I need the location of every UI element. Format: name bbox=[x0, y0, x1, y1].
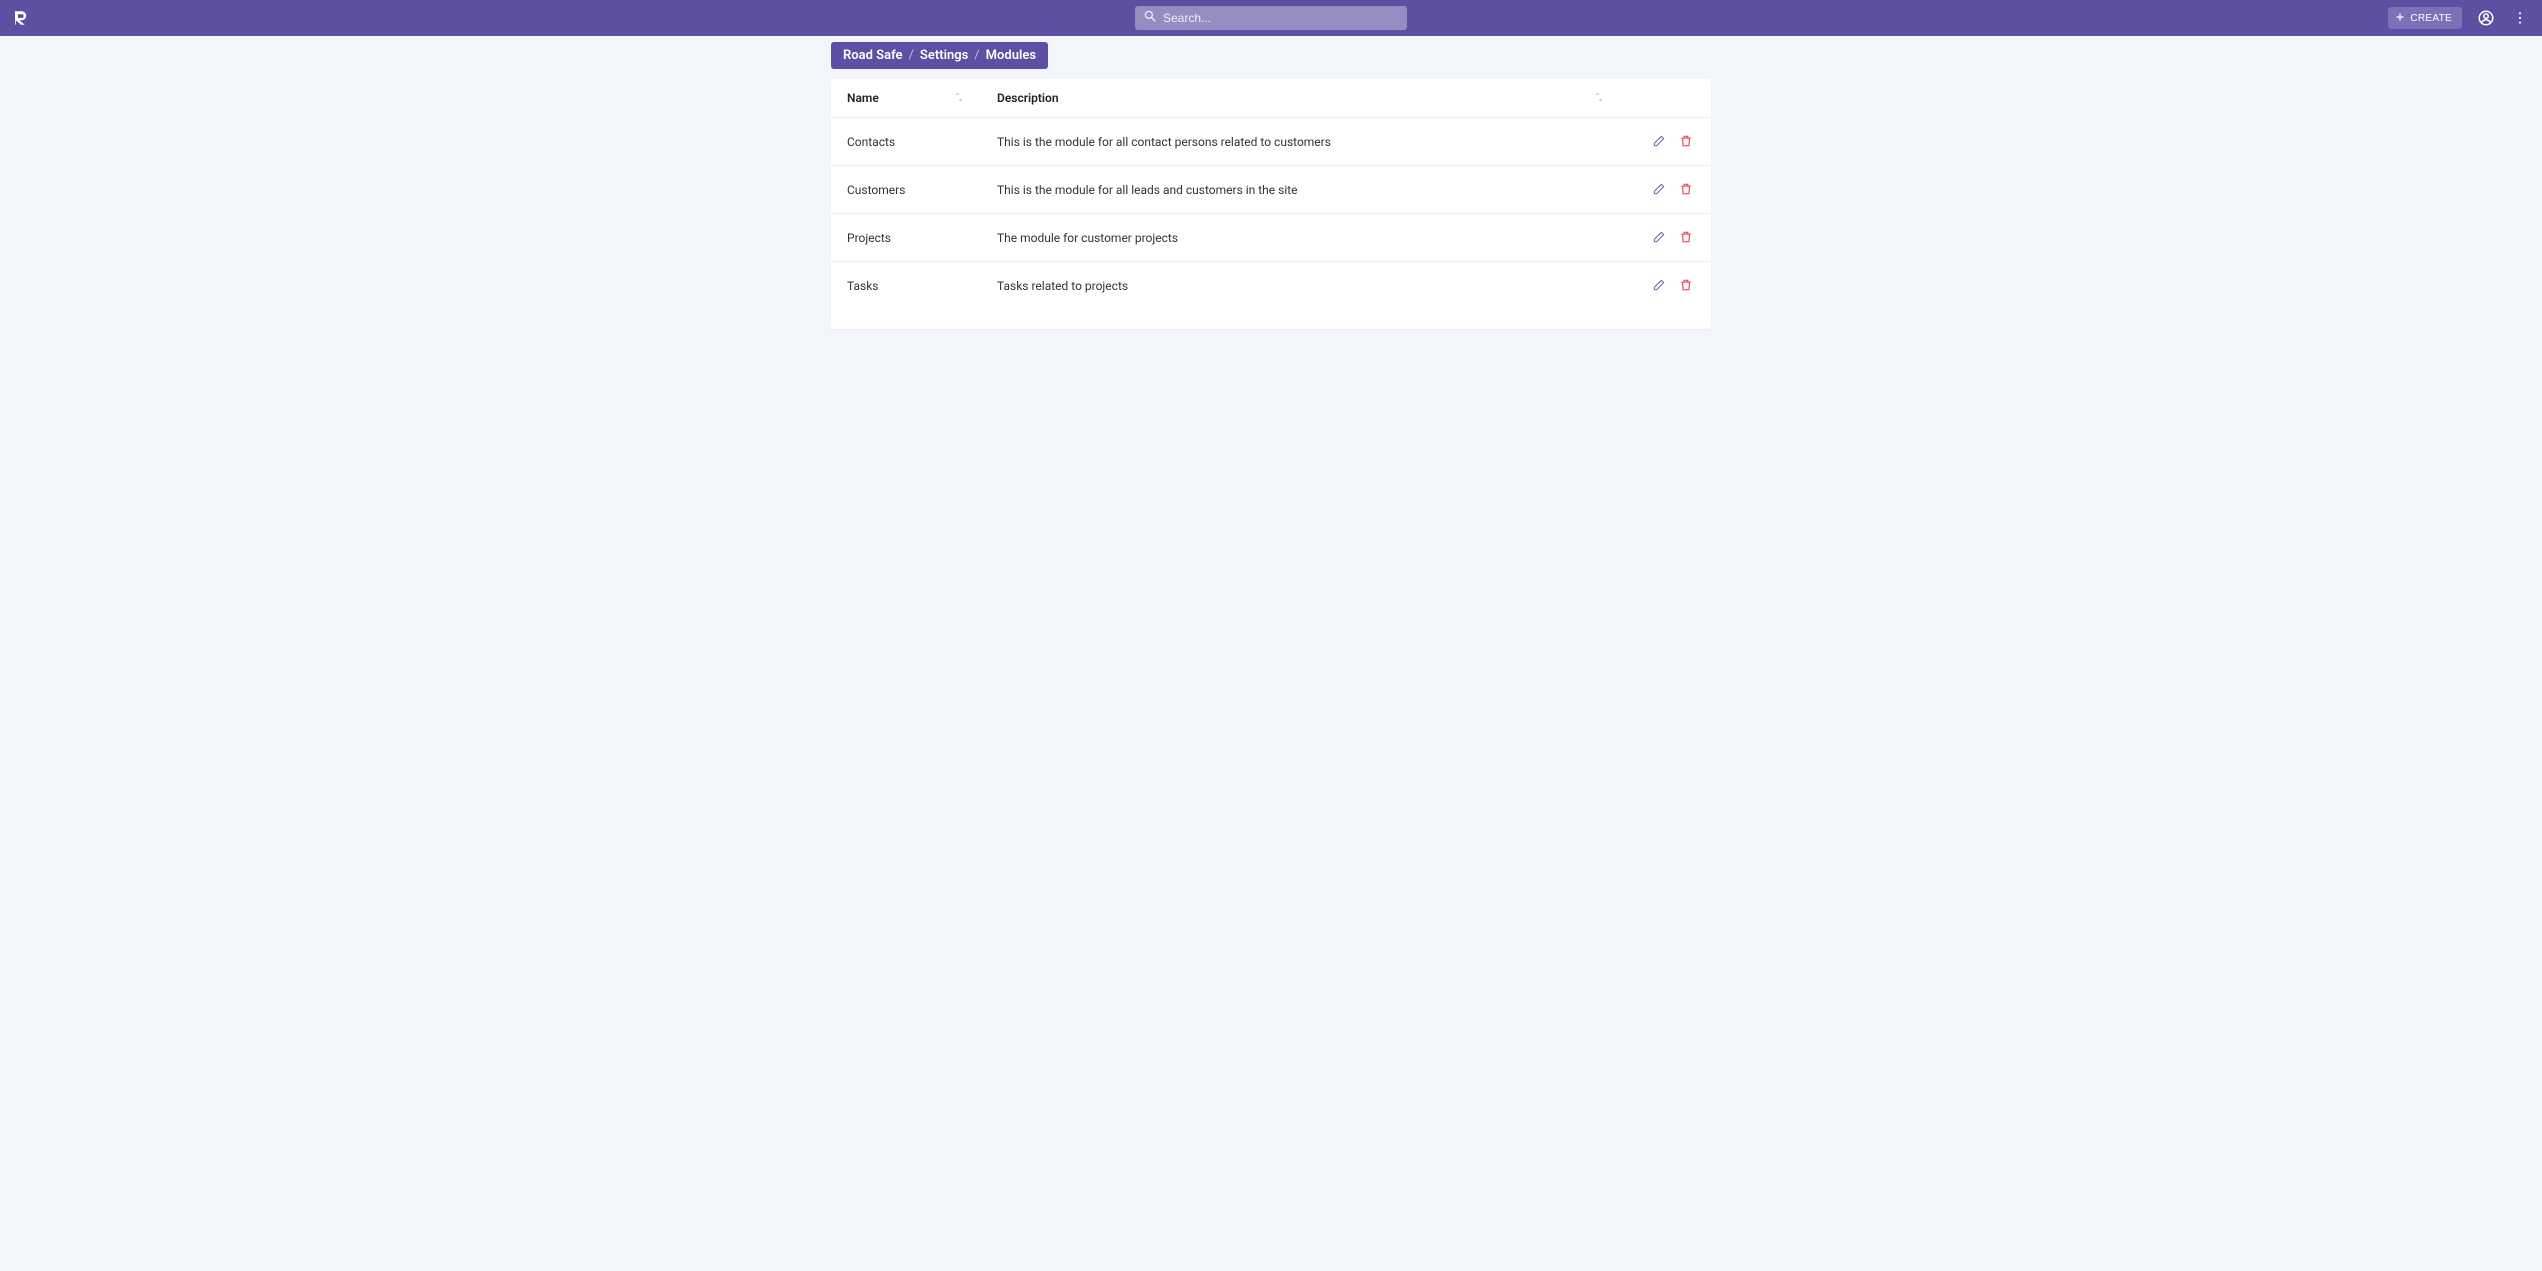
cell-description: Tasks related to projects bbox=[981, 262, 1621, 310]
edit-icon[interactable] bbox=[1650, 276, 1668, 294]
breadcrumb-item[interactable]: Settings bbox=[920, 48, 968, 63]
column-header-label: Name bbox=[847, 91, 879, 105]
modules-table-card: Name Description Contacts Th bbox=[831, 79, 1711, 329]
breadcrumb-separator: / bbox=[974, 48, 979, 63]
topbar: CREATE bbox=[0, 0, 2542, 36]
table-row: Contacts This is the module for all cont… bbox=[831, 118, 1711, 166]
cell-description: This is the module for all contact perso… bbox=[981, 118, 1621, 166]
column-header-description[interactable]: Description bbox=[981, 79, 1621, 118]
more-vert-icon[interactable] bbox=[2510, 8, 2530, 28]
delete-icon[interactable] bbox=[1677, 228, 1695, 246]
account-icon[interactable] bbox=[2476, 8, 2496, 28]
delete-icon[interactable] bbox=[1677, 180, 1695, 198]
plus-icon bbox=[2394, 11, 2406, 26]
delete-icon[interactable] bbox=[1677, 276, 1695, 294]
column-header-label: Description bbox=[997, 91, 1059, 105]
sort-icon[interactable] bbox=[1593, 91, 1605, 103]
cell-name: Customers bbox=[831, 166, 981, 214]
cell-name: Projects bbox=[831, 214, 981, 262]
edit-icon[interactable] bbox=[1650, 228, 1668, 246]
breadcrumb-item[interactable]: Road Safe bbox=[843, 48, 903, 63]
cell-name: Contacts bbox=[831, 118, 981, 166]
app-logo[interactable] bbox=[12, 9, 30, 27]
modules-table: Name Description Contacts Th bbox=[831, 79, 1711, 309]
delete-icon[interactable] bbox=[1677, 132, 1695, 150]
table-row: Customers This is the module for all lea… bbox=[831, 166, 1711, 214]
breadcrumb-separator: / bbox=[909, 48, 914, 63]
breadcrumb-item[interactable]: Modules bbox=[986, 48, 1036, 63]
global-search[interactable] bbox=[1135, 6, 1407, 30]
breadcrumb: Road Safe / Settings / Modules bbox=[831, 42, 1048, 69]
cell-description: This is the module for all leads and cus… bbox=[981, 166, 1621, 214]
table-row: Projects The module for customer project… bbox=[831, 214, 1711, 262]
create-button-label: CREATE bbox=[2410, 13, 2452, 24]
sort-icon[interactable] bbox=[953, 91, 965, 103]
edit-icon[interactable] bbox=[1650, 180, 1668, 198]
column-header-name[interactable]: Name bbox=[831, 79, 981, 118]
create-button[interactable]: CREATE bbox=[2388, 7, 2462, 29]
table-row: Tasks Tasks related to projects bbox=[831, 262, 1711, 310]
search-icon bbox=[1143, 9, 1157, 27]
cell-description: The module for customer projects bbox=[981, 214, 1621, 262]
cell-name: Tasks bbox=[831, 262, 981, 310]
search-input[interactable] bbox=[1163, 11, 1399, 25]
edit-icon[interactable] bbox=[1650, 132, 1668, 150]
